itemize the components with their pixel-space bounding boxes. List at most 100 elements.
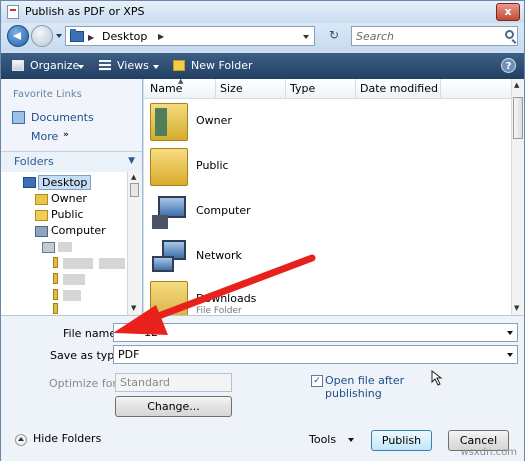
tree-item-owner[interactable]: Owner (51, 192, 87, 205)
title-bar: Publish as PDF or XPS x (1, 1, 524, 23)
file-name: Downloads (196, 292, 257, 305)
user-folder-icon (150, 103, 188, 141)
column-date-modified[interactable]: Date modified (360, 82, 438, 95)
scroll-up-icon[interactable]: ▲ (131, 173, 136, 181)
address-dropdown-icon[interactable] (303, 35, 309, 39)
dialog-footer: File name: 12 Save as type: PDF Optimize… (1, 315, 524, 461)
documents-icon (12, 111, 25, 124)
scroll-thumb[interactable] (130, 183, 139, 197)
chevron-down-icon[interactable] (348, 438, 354, 442)
computer-icon (35, 226, 48, 237)
favorite-link-more[interactable]: More (31, 130, 58, 143)
chevron-down-icon[interactable]: ▼ (128, 156, 135, 166)
search-placeholder: Search (356, 30, 395, 43)
tree-scrollbar[interactable]: ▲ ▼ (127, 172, 141, 315)
file-name: Computer (196, 204, 251, 217)
list-item[interactable]: Computer (150, 191, 400, 235)
file-name-field[interactable]: 12 (113, 323, 518, 342)
file-list: Name ▲ Size Type Date modified Owner Pub… (144, 77, 524, 319)
obscured-item (63, 274, 85, 285)
scroll-down-icon[interactable]: ▼ (131, 304, 136, 312)
column-divider[interactable] (285, 79, 286, 98)
refresh-icon[interactable]: ↻ (323, 26, 345, 46)
column-size[interactable]: Size (220, 82, 243, 95)
navigation-pane: Favorite Links Documents More » Folders … (1, 79, 143, 315)
chevron-right-icon[interactable]: ▶ (88, 33, 94, 42)
window-title: Publish as PDF or XPS (25, 5, 145, 18)
views-icon (99, 60, 111, 71)
close-button[interactable]: x (496, 3, 520, 21)
save-as-type-select[interactable]: PDF (113, 345, 518, 364)
list-item[interactable]: Network (150, 236, 400, 280)
folders-header[interactable]: Folders ▼ (1, 151, 142, 173)
open-after-checkbox[interactable]: ✓ (311, 375, 323, 387)
scroll-up-icon[interactable]: ▲ (514, 81, 519, 89)
file-name-value[interactable]: 12 (144, 326, 158, 339)
desktop-folder-icon (70, 29, 84, 42)
file-name-label: File name: (63, 327, 120, 340)
column-divider[interactable] (215, 79, 216, 98)
tree-item-public[interactable]: Public (51, 208, 84, 221)
column-divider[interactable] (440, 79, 441, 98)
pdf-app-icon (7, 5, 19, 19)
folder-icon (53, 303, 58, 314)
sort-ascending-icon: ▲ (178, 77, 184, 85)
more-arrows-icon[interactable]: » (63, 130, 69, 140)
scroll-thumb[interactable] (513, 97, 523, 139)
search-icon[interactable] (505, 30, 514, 39)
watermark: wsxdn.com (460, 447, 517, 458)
chevron-up-icon (15, 434, 27, 446)
new-folder-icon (173, 60, 185, 71)
forward-button[interactable] (31, 25, 53, 47)
open-after-label-line: Open file after (325, 374, 405, 387)
chevron-down-icon[interactable] (78, 65, 84, 69)
chevron-down-icon[interactable] (507, 353, 513, 357)
file-name: Owner (196, 114, 232, 127)
folder-icon (35, 210, 48, 221)
scroll-down-icon[interactable]: ▼ (514, 304, 519, 312)
folder-tree: Desktop Owner Public Computer (1, 172, 127, 315)
tree-item-desktop[interactable]: Desktop (38, 175, 92, 190)
recent-pages-dropdown[interactable] (56, 34, 62, 38)
optimize-for-field: Standard (115, 373, 232, 392)
address-row: ▶ Desktop ▶ ↻ Search (1, 23, 524, 51)
chevron-down-icon[interactable] (153, 65, 159, 69)
organize-button[interactable]: Organize (30, 59, 79, 72)
open-after-label-line: publishing (325, 387, 382, 400)
desktop-icon (23, 177, 36, 188)
obscured-item (63, 258, 93, 269)
tree-item-computer[interactable]: Computer (51, 224, 106, 237)
folder-icon (150, 281, 188, 319)
column-divider[interactable] (355, 79, 356, 98)
optimize-for-label: Optimize for: (49, 377, 121, 390)
folder-icon (53, 289, 58, 300)
address-path[interactable]: Desktop (102, 30, 147, 43)
organize-icon (12, 60, 24, 71)
file-list-scrollbar[interactable]: ▲ ▼ (511, 79, 524, 315)
change-button[interactable]: Change... (115, 396, 232, 417)
help-icon[interactable]: ? (501, 58, 516, 73)
column-type[interactable]: Type (290, 82, 315, 95)
search-input[interactable]: Search (351, 26, 518, 46)
folder-icon (53, 257, 58, 268)
favorite-link-documents[interactable]: Documents (31, 111, 94, 124)
views-button[interactable]: Views (117, 59, 149, 72)
address-bar[interactable]: ▶ Desktop ▶ (65, 26, 315, 46)
chevron-down-icon[interactable] (507, 331, 513, 335)
drive-icon (42, 242, 55, 253)
optimize-for-value: Standard (120, 376, 171, 389)
folder-icon (150, 148, 188, 186)
list-item[interactable]: Owner (150, 101, 400, 145)
new-folder-button[interactable]: New Folder (191, 59, 252, 72)
text-cursor-icon (431, 370, 443, 386)
obscured-item (58, 242, 72, 252)
publish-button[interactable]: Publish (371, 430, 432, 451)
command-toolbar: Organize Views New Folder ? (1, 53, 524, 79)
obscured-item (99, 258, 125, 269)
back-button[interactable] (7, 25, 29, 47)
list-item[interactable]: Public (150, 146, 400, 190)
tools-button[interactable]: Tools (309, 433, 336, 446)
save-as-type-value: PDF (118, 348, 140, 361)
chevron-right-icon[interactable]: ▶ (158, 32, 164, 41)
open-after-label[interactable]: Open file after publishing (325, 374, 404, 400)
